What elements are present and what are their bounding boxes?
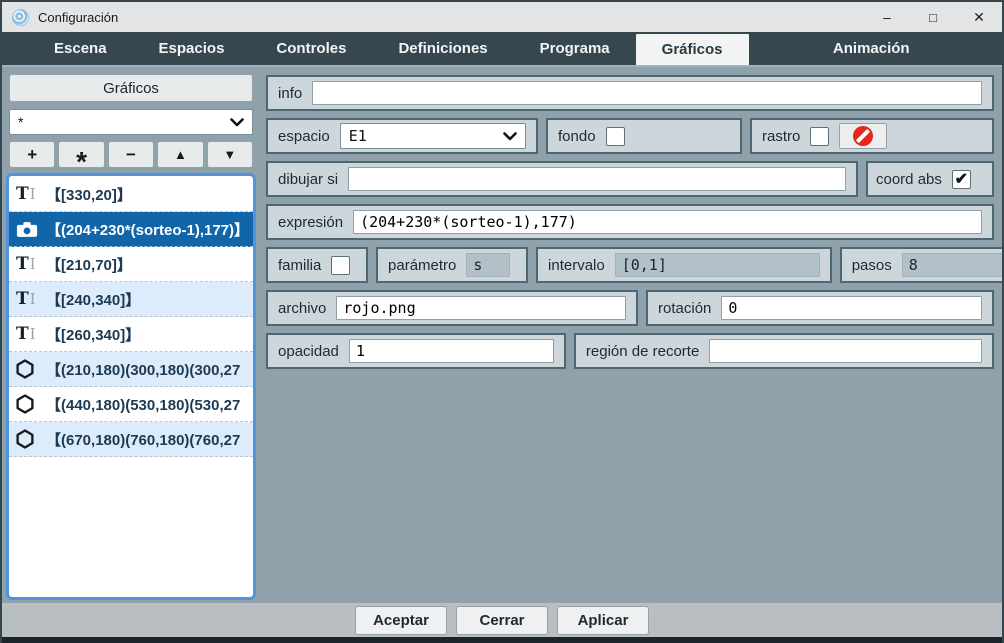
graphics-list-panel: Gráficos * + * − ▲ ▼ TI 【[330,20]】 <box>2 67 260 602</box>
list-item[interactable]: 【(440,180)(530,180)(530,27 <box>9 387 253 422</box>
chevron-down-icon <box>230 118 244 127</box>
polygon-icon <box>16 359 46 379</box>
accept-button[interactable]: Aceptar <box>355 606 447 635</box>
list-item[interactable]: TI 【[260,340]】 <box>9 317 253 352</box>
title-bar: Configuración – □ ✕ <box>2 2 1002 32</box>
check-icon: ✔ <box>955 169 968 189</box>
pasos-input <box>902 253 1004 277</box>
dibujar-si-label: dibujar si <box>278 171 338 188</box>
list-item[interactable]: TI 【[240,340]】 <box>9 282 253 317</box>
expresion-label: expresión <box>278 214 343 231</box>
window-title: Configuración <box>38 10 118 25</box>
list-item[interactable]: 【(670,180)(760,180)(760,27 <box>9 422 253 457</box>
tab-controles[interactable]: Controles <box>250 32 372 65</box>
tab-definiciones[interactable]: Definiciones <box>372 32 513 65</box>
rotacion-label: rotación <box>658 300 711 317</box>
list-item-label: 【[240,340]】 <box>46 289 140 310</box>
rastro-checkbox[interactable] <box>810 127 829 146</box>
text-icon: TI <box>16 254 46 274</box>
maximize-button[interactable]: □ <box>910 2 956 32</box>
expresion-input[interactable] <box>353 210 982 234</box>
list-item-label: 【[210,70]】 <box>46 254 132 275</box>
remove-button[interactable]: − <box>108 141 154 168</box>
list-item-label: 【(204+230*(sorteo-1),177)】 <box>46 219 249 240</box>
info-label: info <box>278 85 302 102</box>
image-camera-icon <box>16 221 46 238</box>
text-icon: TI <box>16 184 46 204</box>
polygon-icon <box>16 429 46 449</box>
add-button[interactable]: + <box>9 141 55 168</box>
triangle-down-icon: ▼ <box>223 147 236 162</box>
pasos-label: pasos <box>852 257 892 274</box>
apply-button[interactable]: Aplicar <box>557 606 649 635</box>
no-entry-icon <box>853 126 873 146</box>
list-item-label: 【[260,340]】 <box>46 324 140 345</box>
rastro-label: rastro <box>762 128 800 145</box>
close-dialog-button[interactable]: Cerrar <box>456 606 548 635</box>
tab-animacion[interactable]: Animación <box>749 32 996 65</box>
fondo-label: fondo <box>558 128 596 145</box>
clear-trace-button[interactable] <box>839 123 887 149</box>
list-item[interactable]: 【(210,180)(300,180)(300,27 <box>9 352 253 387</box>
info-input[interactable] <box>312 81 982 105</box>
list-toolbar: + * − ▲ ▼ <box>9 141 253 168</box>
polygon-icon <box>16 394 46 414</box>
chevron-down-icon <box>503 132 517 141</box>
familia-checkbox[interactable] <box>331 256 350 275</box>
configuracion-window: Configuración – □ ✕ Escena Espacios Cont… <box>0 0 1004 643</box>
tab-graficos[interactable]: Gráficos <box>636 34 749 65</box>
tab-programa[interactable]: Programa <box>514 32 636 65</box>
minimize-button[interactable]: – <box>864 2 910 32</box>
intervalo-input <box>615 253 820 277</box>
main-content: Gráficos * + * − ▲ ▼ TI 【[330,20]】 <box>2 65 1002 602</box>
list-item-label: 【(210,180)(300,180)(300,27 <box>46 359 240 380</box>
fondo-checkbox[interactable] <box>606 127 625 146</box>
text-icon: TI <box>16 289 46 309</box>
list-item-label: 【[330,20]】 <box>46 184 132 205</box>
archivo-input[interactable] <box>336 296 626 320</box>
dibujar-si-input[interactable] <box>348 167 846 191</box>
move-up-button[interactable]: ▲ <box>157 141 203 168</box>
parametro-input <box>466 253 510 277</box>
espacio-select[interactable]: E1 <box>340 123 526 149</box>
list-item-selected[interactable]: 【(204+230*(sorteo-1),177)】 <box>9 212 253 247</box>
graphic-properties-form: info espacio E1 fondo rastro <box>260 67 1002 602</box>
panel-title: Gráficos <box>9 74 253 102</box>
graphics-list: TI 【[330,20]】 【(204+230*(sorteo-1),177)】 <box>6 173 256 600</box>
rotacion-input[interactable] <box>721 296 982 320</box>
list-item[interactable]: TI 【[330,20]】 <box>9 177 253 212</box>
list-item-label: 【(440,180)(530,180)(530,27 <box>46 394 240 415</box>
app-icon <box>12 9 29 26</box>
region-recorte-input[interactable] <box>709 339 982 363</box>
list-item[interactable]: TI 【[210,70]】 <box>9 247 253 282</box>
archivo-label: archivo <box>278 300 326 317</box>
espacio-value: E1 <box>349 127 367 145</box>
familia-label: familia <box>278 257 321 274</box>
tab-espacios[interactable]: Espacios <box>133 32 251 65</box>
triangle-up-icon: ▲ <box>174 147 187 162</box>
dialog-footer: Aceptar Cerrar Aplicar <box>2 602 1002 637</box>
tab-bar: Escena Espacios Controles Definiciones P… <box>2 32 1002 65</box>
window-controls: – □ ✕ <box>864 2 1002 32</box>
espacio-label: espacio <box>278 128 330 145</box>
region-recorte-label: región de recorte <box>586 343 699 360</box>
duplicate-button[interactable]: * <box>58 141 104 168</box>
opacidad-input[interactable] <box>349 339 554 363</box>
filter-value: * <box>18 114 23 130</box>
coord-abs-label: coord abs <box>876 171 942 188</box>
asterisk-icon: * <box>76 146 87 178</box>
coord-abs-checkbox[interactable]: ✔ <box>952 170 971 189</box>
parametro-label: parámetro <box>388 257 456 274</box>
text-icon: TI <box>16 324 46 344</box>
opacidad-label: opacidad <box>278 343 339 360</box>
tab-escena[interactable]: Escena <box>28 32 133 65</box>
close-button[interactable]: ✕ <box>956 2 1002 32</box>
filter-dropdown[interactable]: * <box>9 109 253 135</box>
intervalo-label: intervalo <box>548 257 605 274</box>
move-down-button[interactable]: ▼ <box>207 141 253 168</box>
list-item-label: 【(670,180)(760,180)(760,27 <box>46 429 240 450</box>
window-bottom-edge <box>2 637 1002 643</box>
